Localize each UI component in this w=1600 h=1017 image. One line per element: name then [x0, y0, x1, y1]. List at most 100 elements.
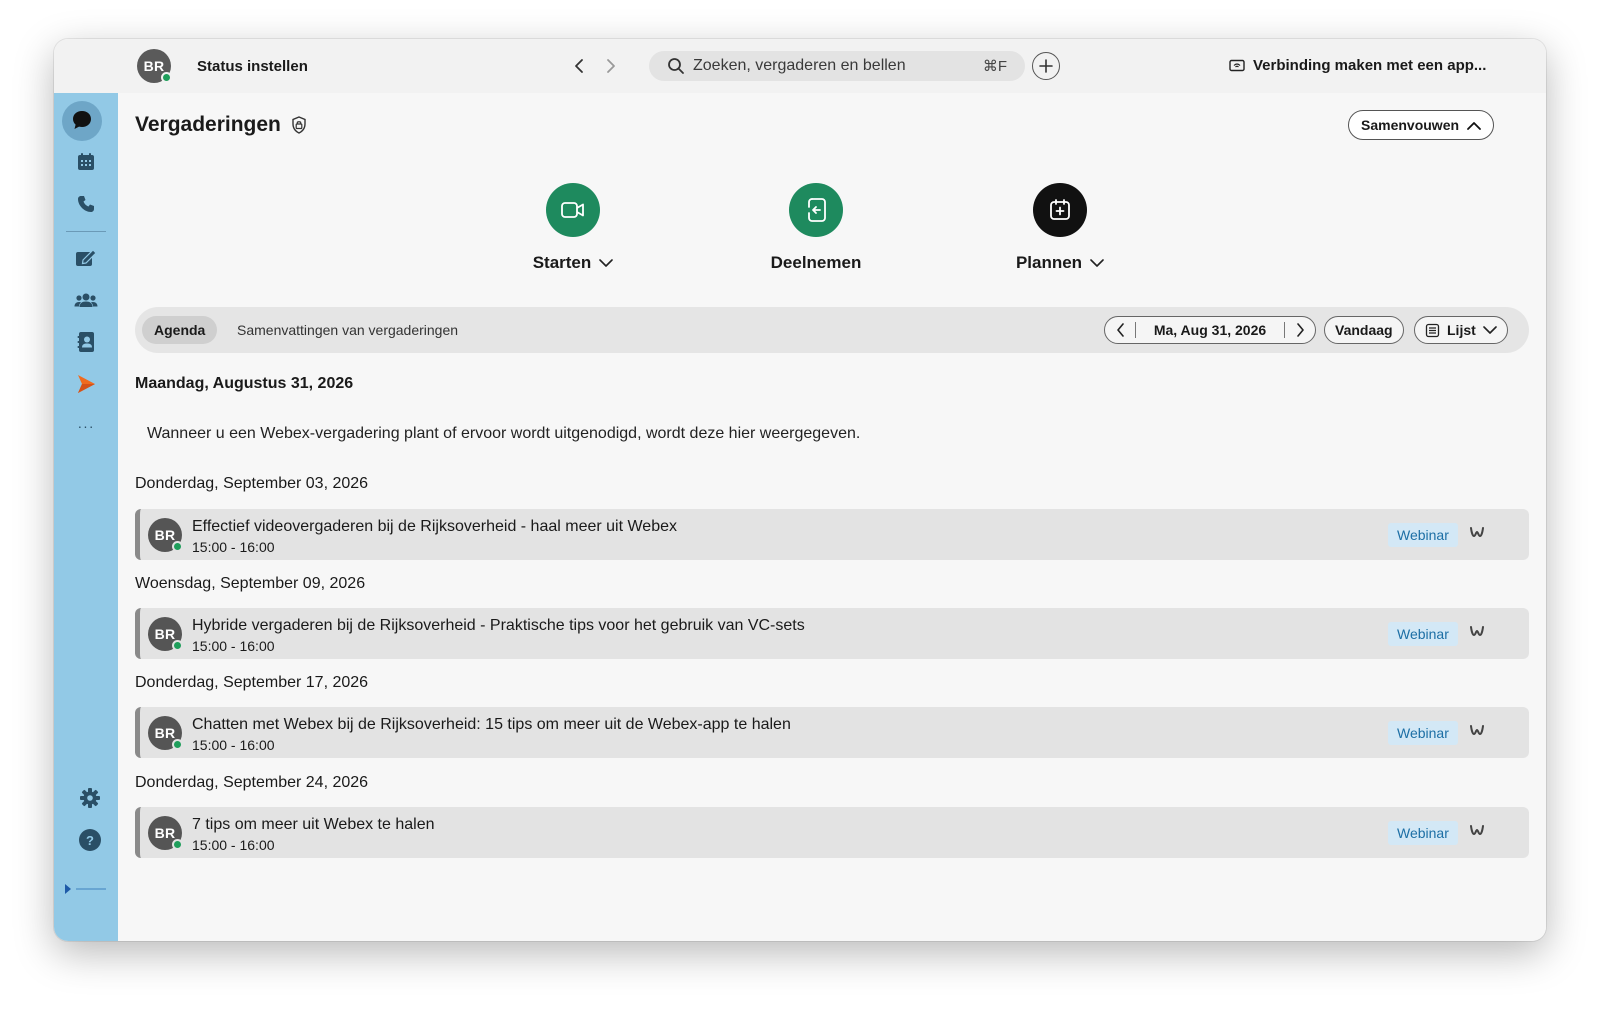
meeting-title: 7 tips om meer uit Webex te halen — [192, 816, 435, 833]
start-meeting-action[interactable]: Starten — [493, 183, 653, 273]
meeting-title: Effectief videovergaderen bij de Rijksov… — [192, 518, 677, 535]
arrow-app-icon — [78, 375, 95, 393]
start-label-text: Starten — [532, 253, 592, 272]
new-action-button[interactable] — [1032, 52, 1060, 80]
chevron-left-icon — [575, 59, 583, 73]
day-heading: Donderdag, September 03, 2026 — [135, 475, 369, 492]
search-input[interactable]: Zoeken, vergaderen en bellen ⌘F — [649, 51, 1025, 81]
view-selector[interactable]: Lijst — [1414, 316, 1508, 344]
chevron-down-icon — [1090, 258, 1104, 267]
current-date[interactable]: Ma, Aug 31, 2026 — [1136, 322, 1284, 338]
help-icon: ? — [79, 829, 101, 851]
device-connect-icon — [1229, 59, 1245, 71]
meeting-row[interactable]: BR Effectief videovergaderen bij de Rijk… — [135, 509, 1529, 560]
webex-logo-icon — [1470, 825, 1484, 836]
secure-lock-icon — [292, 116, 306, 134]
connect-app-button[interactable]: Verbinding maken met een app... — [1229, 57, 1486, 74]
sidebar-item-contacts[interactable] — [62, 323, 110, 361]
sidebar-item-whiteboard[interactable] — [62, 239, 110, 277]
schedule-label-text: Plannen — [1015, 253, 1083, 272]
list-view-icon — [1425, 323, 1440, 337]
host-avatar: BR — [148, 617, 183, 651]
sidebar-item-messaging[interactable] — [62, 101, 102, 139]
user-initials: BR — [143, 58, 165, 74]
page-title-text: Vergaderingen — [135, 113, 281, 136]
app-window: BR Status instellen Zoeken, vergaderen e… — [54, 39, 1546, 941]
previous-day-button[interactable] — [1105, 317, 1135, 343]
schedule-meeting-label[interactable]: Plannen — [1016, 253, 1104, 273]
sidebar-item-calling[interactable] — [62, 185, 110, 223]
next-day-button[interactable] — [1285, 317, 1315, 343]
messaging-icon — [73, 111, 91, 129]
search-icon — [668, 58, 684, 74]
host-initials: BR — [154, 725, 176, 741]
sidebar-item-calendar[interactable] — [62, 143, 110, 181]
start-meeting-button[interactable] — [546, 183, 600, 237]
host-avatar: BR — [148, 816, 183, 850]
forward-button[interactable] — [600, 55, 622, 77]
schedule-meeting-action[interactable]: Plannen — [980, 183, 1140, 273]
join-meeting-action[interactable]: Deelnemen — [736, 183, 896, 273]
presence-indicator — [172, 640, 183, 651]
sidebar-item-teams[interactable] — [62, 281, 110, 319]
tab-meeting-summaries[interactable]: Samenvattingen van vergaderingen — [237, 322, 458, 338]
teams-icon — [74, 293, 98, 307]
webinar-badge: Webinar — [1388, 721, 1458, 745]
sidebar: ··· ? — [54, 93, 118, 941]
organization-logo-icon — [65, 884, 71, 894]
collapse-label: Samenvouwen — [1361, 117, 1460, 133]
meeting-time: 15:00 - 16:00 — [192, 837, 275, 853]
collapse-button[interactable]: Samenvouwen — [1348, 110, 1495, 140]
chevron-right-icon — [607, 59, 615, 73]
back-button[interactable] — [568, 55, 590, 77]
presence-indicator — [172, 739, 183, 750]
video-camera-icon — [561, 202, 584, 218]
more-icon: ··· — [77, 418, 95, 434]
tab-agenda[interactable]: Agenda — [142, 316, 218, 344]
contacts-icon — [77, 332, 94, 352]
webex-logo-icon — [1470, 725, 1484, 736]
user-avatar[interactable]: BR — [137, 49, 172, 83]
page-title: Vergaderingen — [135, 113, 307, 137]
host-initials: BR — [154, 825, 176, 841]
chevron-down-icon — [599, 258, 614, 267]
day-heading: Woensdag, September 09, 2026 — [135, 575, 366, 592]
set-status-button[interactable]: Status instellen — [197, 58, 308, 75]
meeting-title: Hybride vergaderen bij de Rijksoverheid … — [192, 617, 805, 634]
join-label-text: Deelnemen — [770, 253, 862, 272]
search-placeholder: Zoeken, vergaderen en bellen — [693, 57, 906, 74]
help-glyph: ? — [86, 832, 94, 848]
sidebar-item-more[interactable]: ··· — [62, 407, 110, 445]
sidebar-item-help[interactable]: ? — [66, 821, 114, 859]
webinar-badge: Webinar — [1388, 622, 1458, 646]
view-label: Lijst — [1447, 322, 1476, 338]
organization-logo — [64, 883, 106, 895]
chevron-up-icon — [1467, 121, 1481, 130]
search-shortcut: ⌘F — [982, 58, 1007, 75]
host-initials: BR — [154, 626, 176, 642]
meeting-row[interactable]: BR Hybride vergaderen bij de Rijksoverhe… — [135, 608, 1529, 659]
presence-indicator — [172, 839, 183, 850]
today-heading: Maandag, Augustus 31, 2026 — [135, 375, 354, 392]
schedule-meeting-button[interactable] — [1033, 183, 1087, 237]
whiteboard-icon — [76, 249, 97, 266]
join-meeting-label[interactable]: Deelnemen — [771, 253, 862, 273]
host-avatar: BR — [148, 716, 183, 750]
join-meeting-button[interactable] — [789, 183, 843, 237]
sidebar-divider — [66, 231, 106, 232]
meeting-time: 15:00 - 16:00 — [192, 737, 275, 753]
presence-indicator — [161, 72, 172, 83]
today-button[interactable]: Vandaag — [1324, 316, 1404, 344]
meeting-row[interactable]: BR Chatten met Webex bij de Rijksoverhei… — [135, 707, 1529, 758]
start-meeting-label[interactable]: Starten — [533, 253, 614, 273]
calendar-add-icon — [1050, 199, 1070, 220]
date-picker: Ma, Aug 31, 2026 — [1104, 316, 1316, 344]
webex-logo-icon — [1470, 626, 1484, 637]
meetings-panel: Vergaderingen Samenvouwen Starten Deelne… — [118, 93, 1546, 941]
empty-state-message: Wanneer u een Webex-vergadering plant of… — [147, 425, 861, 442]
sidebar-item-app[interactable] — [62, 365, 110, 403]
meeting-row[interactable]: BR 7 tips om meer uit Webex te halen 15:… — [135, 807, 1529, 858]
chevron-right-icon — [1296, 323, 1304, 337]
chevron-left-icon — [1116, 323, 1124, 337]
sidebar-item-settings[interactable] — [66, 779, 114, 817]
